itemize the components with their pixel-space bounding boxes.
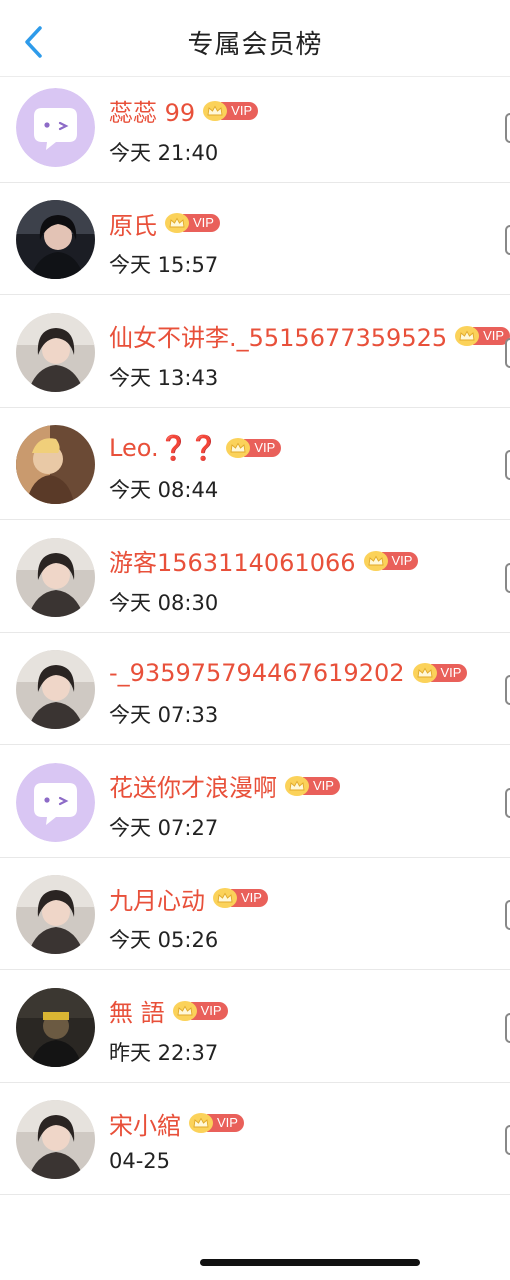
- vip-badge: VIP: [189, 1113, 244, 1133]
- avatar[interactable]: [16, 650, 95, 729]
- follow-button[interactable]: [505, 562, 510, 593]
- list-item[interactable]: Leo.❓❓ VIP 今天 08:44: [0, 408, 510, 520]
- list-item[interactable]: 原氏 VIP 今天 15:57: [0, 183, 510, 295]
- visit-time: 今天 08:30: [109, 590, 219, 615]
- follow-button[interactable]: [505, 675, 510, 705]
- avatar[interactable]: [16, 425, 95, 504]
- list-item[interactable]: 花送你才浪漫啊 VIP 今天 07:27: [0, 745, 510, 858]
- list-item[interactable]: 蕊蕊 99 VIP 今天 21:40: [0, 70, 510, 183]
- follow-button[interactable]: [505, 112, 510, 143]
- avatar[interactable]: [16, 987, 95, 1067]
- visit-time: 今天 05:26: [109, 928, 219, 952]
- member-name: 原氏: [109, 211, 157, 240]
- avatar[interactable]: [16, 537, 95, 617]
- member-name: 游客1563114061066: [109, 549, 356, 577]
- page-title: 专属会员榜: [187, 30, 323, 60]
- crown-icon: [412, 663, 437, 683]
- name-line: 花送你才浪漫啊 VIP: [109, 770, 340, 802]
- crown-icon: [213, 888, 237, 908]
- vip-badge: VIP: [455, 325, 510, 346]
- avatar[interactable]: [16, 1100, 95, 1179]
- visit-time: 今天 07:33: [109, 703, 219, 727]
- avatar[interactable]: [16, 312, 95, 392]
- list-item[interactable]: 仙女不讲李._5515677359525 VIP 今天 13:43: [0, 295, 510, 408]
- follow-button[interactable]: [505, 1012, 510, 1043]
- name-line: 無 語 VIP: [109, 995, 228, 1027]
- visit-time: 今天 15:57: [109, 253, 219, 277]
- member-name: Leo.❓❓: [109, 434, 219, 462]
- list-item[interactable]: 宋小綰 VIP 04-25: [0, 1083, 510, 1195]
- name-line: -_935975794467619202 VIP: [109, 657, 468, 689]
- vip-badge: VIP: [226, 438, 282, 458]
- nav-bar: 专属会员榜: [0, 0, 510, 77]
- avatar[interactable]: [16, 762, 95, 842]
- name-line: 游客1563114061066 VIP: [109, 545, 419, 577]
- crown-icon: [189, 1113, 213, 1133]
- vip-badge: VIP: [172, 1000, 228, 1021]
- follow-button[interactable]: [505, 450, 510, 480]
- member-name: 無 語: [109, 999, 165, 1027]
- member-name: 花送你才浪漫啊: [109, 774, 277, 802]
- visit-time: 今天 07:27: [109, 815, 219, 840]
- avatar[interactable]: [16, 875, 95, 954]
- vip-badge: VIP: [285, 775, 340, 796]
- visit-time: 昨天 22:37: [109, 1040, 219, 1065]
- follow-button[interactable]: [505, 1125, 510, 1155]
- crown-icon: [455, 325, 480, 346]
- visit-time: 今天 21:40: [109, 140, 219, 165]
- member-name: 宋小綰: [109, 1111, 181, 1140]
- visit-time: 04-25: [109, 1149, 171, 1173]
- name-line: 原氏 VIP: [109, 207, 220, 240]
- member-name: -_935975794467619202: [109, 659, 405, 687]
- list-item[interactable]: 游客1563114061066 VIP 今天 08:30: [0, 520, 510, 633]
- vip-badge: VIP: [412, 663, 468, 683]
- name-line: 宋小綰 VIP: [109, 1107, 244, 1140]
- avatar[interactable]: [16, 87, 95, 167]
- follow-button[interactable]: [505, 787, 510, 818]
- list-item[interactable]: 無 語 VIP 昨天 22:37: [0, 970, 510, 1083]
- member-name: 蕊蕊 99: [109, 99, 196, 127]
- follow-button[interactable]: [505, 900, 510, 930]
- name-line: Leo.❓❓ VIP: [109, 432, 282, 464]
- visit-time: 今天 13:43: [109, 365, 219, 390]
- vip-badge: VIP: [213, 888, 268, 908]
- name-line: 仙女不讲李._5515677359525 VIP: [109, 320, 510, 352]
- avatar[interactable]: [16, 200, 95, 279]
- name-line: 九月心动 VIP: [109, 882, 268, 915]
- list-item[interactable]: 九月心动 VIP 今天 05:26: [0, 858, 510, 970]
- home-indicator: [200, 1259, 420, 1266]
- vip-badge: VIP: [165, 213, 220, 233]
- crown-icon: [172, 1000, 197, 1021]
- member-name: 仙女不讲李._5515677359525: [109, 324, 448, 352]
- follow-button[interactable]: [505, 337, 510, 368]
- vip-badge: VIP: [203, 100, 259, 121]
- crown-icon: [363, 550, 388, 571]
- visit-time: 今天 08:44: [109, 478, 219, 502]
- member-name: 九月心动: [109, 886, 205, 915]
- follow-button[interactable]: [505, 225, 510, 255]
- crown-icon: [285, 775, 309, 796]
- list-item[interactable]: -_935975794467619202 VIP 今天 07:33: [0, 633, 510, 745]
- vip-badge: VIP: [363, 550, 419, 571]
- crown-icon: [165, 213, 189, 233]
- name-line: 蕊蕊 99 VIP: [109, 95, 259, 127]
- crown-icon: [203, 100, 228, 121]
